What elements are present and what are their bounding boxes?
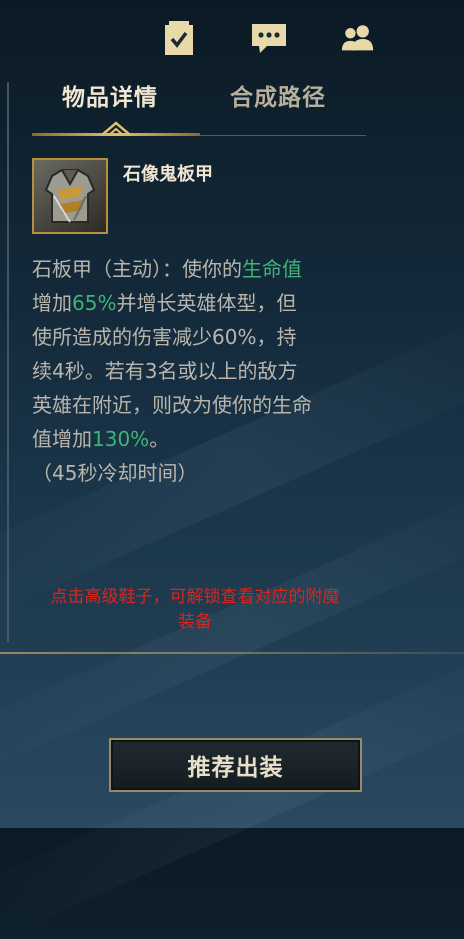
recommend-build-button[interactable]: 推荐出装	[109, 738, 362, 792]
highlight-text: 生命值	[242, 257, 302, 281]
item-name: 石像鬼板甲	[123, 164, 213, 185]
item-description: 石板甲（主动）：使你的生命值 增加65%并增长英雄体型，但 使所造成的伤害减少6…	[32, 252, 377, 490]
description-line: 续4秒。若有3名或以上的敌方	[32, 359, 298, 383]
armor-icon[interactable]	[32, 158, 108, 234]
unlock-hint-line: 装备	[178, 612, 212, 632]
description-line: 使所造成的伤害减少60%，持	[32, 325, 297, 349]
description-line: 英雄在附近，则改为使你的生命	[32, 393, 312, 417]
tab-item-details[interactable]: 物品详情	[62, 78, 158, 118]
chat-icon[interactable]	[251, 20, 287, 56]
top-toolbar	[0, 0, 464, 75]
description-line: 值增加130%。	[32, 427, 170, 451]
friends-icon[interactable]	[340, 20, 376, 56]
bottom-divider	[0, 652, 464, 654]
unlock-hint: 点击高级鞋子，可解锁查看对应的附魔 装备	[10, 585, 380, 635]
tasks-icon[interactable]	[161, 20, 197, 56]
tab-build-path[interactable]: 合成路径	[230, 78, 326, 118]
left-divider	[7, 82, 9, 642]
description-line: 增加65%并增长英雄体型，但	[32, 291, 297, 315]
active-tab-caret-icon	[101, 121, 131, 136]
cooldown-text: （45秒冷却时间）	[32, 461, 198, 485]
unlock-hint-line: 点击高级鞋子，可解锁查看对应的附魔	[50, 587, 340, 607]
highlight-text: 130%	[92, 427, 150, 451]
description-line: 石板甲（主动）：使你的生命值	[32, 257, 302, 281]
recommend-build-label: 推荐出装	[187, 755, 284, 781]
highlight-text: 65%	[72, 291, 117, 315]
